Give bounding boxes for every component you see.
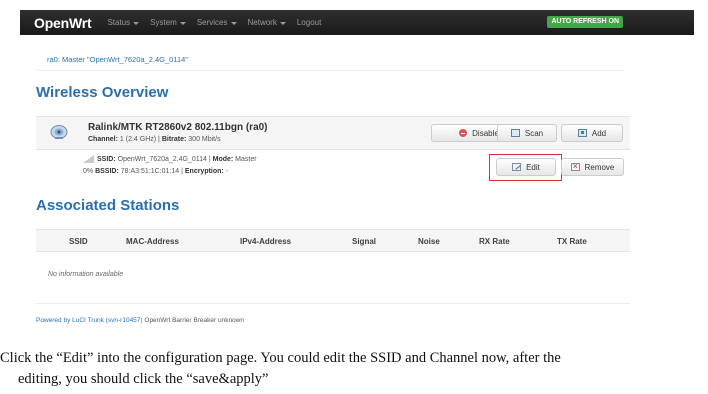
bitrate-value: 300 Mbit/s xyxy=(188,136,221,143)
radio-title: Ralink/MTK RT2860v2 802.11bgn (ra0) xyxy=(88,122,268,133)
bitrate-label: Bitrate: xyxy=(161,136,187,143)
column-header-ipv4: IPv4-Address xyxy=(240,237,292,246)
footer: Powered by LuCI Trunk (svn-r10457) OpenW… xyxy=(36,317,244,324)
menu-status-label: Status xyxy=(107,18,131,27)
divider xyxy=(36,303,630,304)
menu-system[interactable]: System xyxy=(150,18,186,27)
scan-button-label: Scan xyxy=(524,128,544,138)
scan-button[interactable]: Scan xyxy=(497,124,557,142)
chevron-down-icon xyxy=(279,21,286,25)
column-header-signal: Signal xyxy=(352,237,377,246)
radio-details: Channel: 1 (2.4 GHz) | Bitrate: 300 Mbit… xyxy=(88,136,221,143)
channel-label: Channel: xyxy=(88,136,118,143)
signal-percent: 0% xyxy=(83,168,94,175)
column-header-rx-rate: RX Rate xyxy=(479,237,510,246)
column-header-mac: MAC-Address xyxy=(126,237,179,246)
auto-refresh-badge[interactable]: AUTO REFRESH ON xyxy=(547,16,623,28)
divider xyxy=(36,70,624,71)
edit-highlight-box xyxy=(489,154,562,181)
ssid-label: SSID: xyxy=(97,156,116,163)
column-header-noise: Noise xyxy=(418,237,440,246)
associated-stations-heading: Associated Stations xyxy=(36,197,180,214)
screenshot: OpenWrt Status System Services Network L… xyxy=(0,0,708,340)
radio-device-row: Ralink/MTK RT2860v2 802.11bgn (ra0) Chan… xyxy=(36,116,630,150)
remove-icon xyxy=(570,161,580,171)
network-ssid-line: SSID: OpenWrt_7620a_2.4G_0114 | Mode: Ma… xyxy=(97,156,257,163)
ssid-value: OpenWrt_7620a_2.4G_0114 xyxy=(117,156,207,163)
stations-table: SSID MAC-Address IPv4-Address Signal Noi… xyxy=(36,229,630,252)
stations-table-header: SSID MAC-Address IPv4-Address Signal Noi… xyxy=(36,229,630,252)
menu-status[interactable]: Status xyxy=(107,18,140,27)
menu-logout[interactable]: Logout xyxy=(297,18,321,27)
caption: Click the “Edit” into the configuration … xyxy=(0,348,708,390)
remove-button[interactable]: Remove xyxy=(561,158,624,176)
channel-value: 1 (2.4 GHz) xyxy=(119,136,157,143)
network-bssid-line: 0% BSSID: 78:A3:51:1C:01:14 | Encryption… xyxy=(83,168,229,175)
mode-label: Mode: xyxy=(212,156,234,163)
add-icon xyxy=(577,129,587,137)
add-button[interactable]: Add xyxy=(561,124,623,142)
wifi-device-icon xyxy=(50,125,68,139)
luci-link[interactable]: Powered by LuCI Trunk (svn-r10457) xyxy=(36,317,143,324)
footer-version: OpenWrt Barrier Breaker unknown xyxy=(144,317,244,324)
scan-icon xyxy=(510,129,520,137)
menu-network-label: Network xyxy=(247,18,277,27)
signal-strength-icon xyxy=(83,155,94,163)
menu-network[interactable]: Network xyxy=(248,18,286,27)
bssid-label: BSSID: xyxy=(95,168,119,175)
menu-services-label: Services xyxy=(196,18,228,27)
menu-services[interactable]: Services xyxy=(197,18,237,27)
add-button-label: Add xyxy=(591,128,607,138)
menu-system-label: System xyxy=(150,18,177,27)
disable-button-label: Disable xyxy=(472,128,499,138)
wlan-tab-link[interactable]: ra0: Master "OpenWrt_7620a_2.4G_0114" xyxy=(47,55,188,64)
bssid-value: 78:A3:51:1C:01:14 xyxy=(120,168,180,175)
chevron-down-icon xyxy=(230,21,237,25)
brand-logo[interactable]: OpenWrt xyxy=(34,15,92,31)
chevron-down-icon xyxy=(179,21,186,25)
remove-button-label: Remove xyxy=(584,162,615,172)
chevron-down-icon xyxy=(133,21,140,25)
column-header-tx-rate: TX Rate xyxy=(557,237,587,246)
mode-value: Master xyxy=(235,156,257,163)
encryption-label: Encryption: xyxy=(184,168,224,175)
top-navbar: OpenWrt Status System Services Network L… xyxy=(20,10,694,35)
wireless-overview-heading: Wireless Overview xyxy=(36,84,169,101)
disable-icon xyxy=(459,129,468,137)
encryption-value: - xyxy=(225,168,229,175)
column-header-ssid: SSID xyxy=(69,237,88,246)
empty-table-message: No information available xyxy=(48,271,124,278)
menu-logout-label: Logout xyxy=(296,18,322,27)
caption-line-2: editing, you should click the “save&appl… xyxy=(18,371,269,387)
caption-line-1: Click the “Edit” into the configuration … xyxy=(0,350,561,366)
